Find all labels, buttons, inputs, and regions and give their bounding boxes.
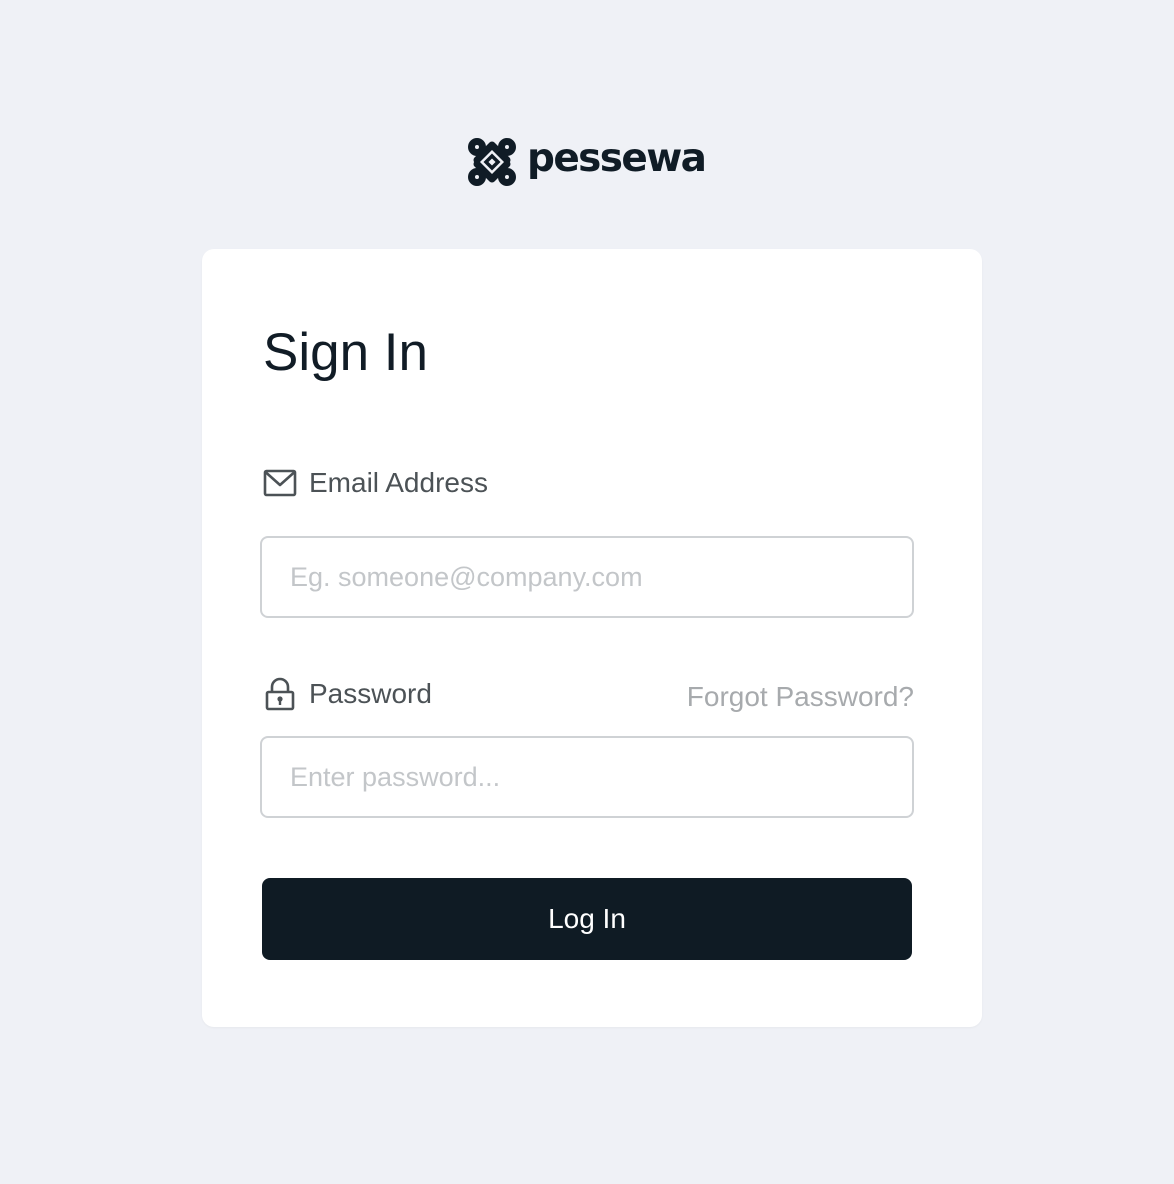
mail-icon [263, 469, 297, 497]
login-button[interactable]: Log In [262, 878, 912, 960]
sign-in-card: Sign In Email Address Password Forgot Pa… [202, 249, 982, 1027]
email-label-text: Email Address [309, 467, 488, 498]
password-label: Password [263, 677, 432, 711]
password-input[interactable] [260, 736, 914, 818]
brand-name: pessewa [527, 135, 707, 181]
page-title: Sign In [263, 323, 429, 382]
email-label: Email Address [263, 466, 488, 500]
lock-icon [265, 677, 295, 711]
forgot-password-link[interactable]: Forgot Password? [687, 681, 914, 713]
email-input[interactable] [260, 536, 914, 618]
password-label-text: Password [309, 678, 432, 709]
pessewa-logo-icon [468, 138, 516, 186]
brand-logo: pessewa [467, 135, 707, 188]
